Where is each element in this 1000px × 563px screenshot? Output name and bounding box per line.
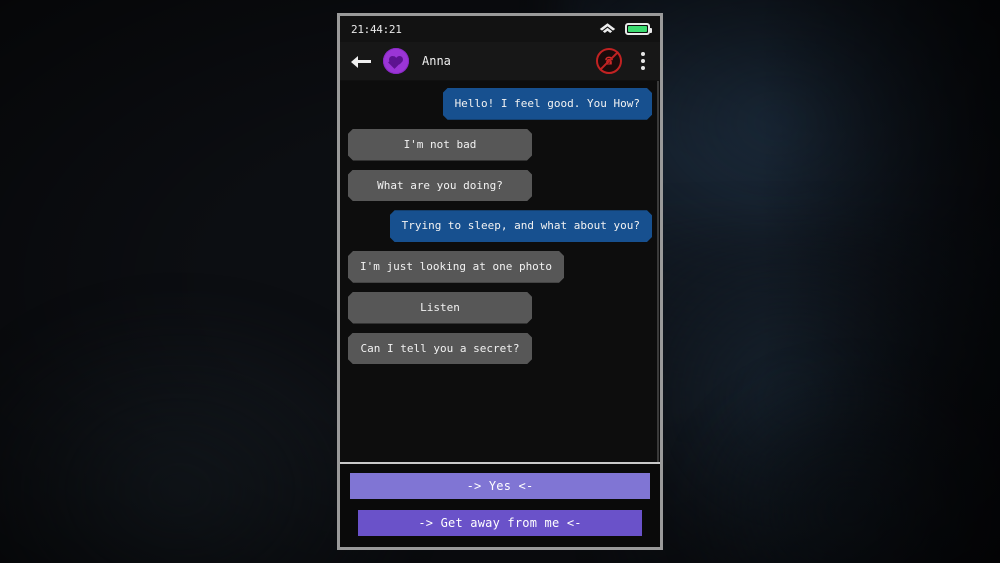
phone-frame: 21:44:21 Anna Hello! I feel good. You Ho… bbox=[337, 13, 663, 550]
status-clock: 21:44:21 bbox=[351, 22, 402, 36]
back-arrow-icon[interactable] bbox=[351, 54, 371, 68]
message-scroll-area: Hello! I feel good. You How? I'm not bad W… bbox=[348, 81, 652, 462]
message-row: Trying to sleep, and what about you? bbox=[348, 210, 652, 242]
message-bubble-outgoing: Hello! I feel good. You How? bbox=[443, 88, 652, 120]
kebab-menu-icon[interactable] bbox=[636, 52, 650, 70]
choice-button-2[interactable]: -> Get away from me <- bbox=[358, 510, 642, 536]
avatar[interactable] bbox=[383, 48, 409, 74]
message-row: Can I tell you a secret? bbox=[348, 333, 652, 365]
back-arrow-shaft bbox=[354, 60, 371, 63]
message-row: What are you doing? bbox=[348, 170, 652, 202]
battery-level bbox=[628, 26, 647, 32]
choice-panel: -> Yes <- -> Get away from me <- bbox=[340, 464, 660, 547]
choice-button-1[interactable]: -> Yes <- bbox=[350, 473, 650, 499]
wifi-icon bbox=[599, 20, 616, 39]
chat-scrollbar[interactable] bbox=[657, 81, 659, 462]
phone-screen: 21:44:21 Anna Hello! I feel good. You Ho… bbox=[340, 16, 660, 547]
message-row: I'm just looking at one photo bbox=[348, 251, 652, 283]
message-bubble-incoming: Can I tell you a secret? bbox=[348, 333, 532, 365]
message-bubble-incoming: I'm not bad bbox=[348, 129, 532, 161]
status-indicators bbox=[599, 20, 652, 39]
battery-icon bbox=[625, 23, 652, 35]
message-row: Hello! I feel good. You How? bbox=[348, 88, 652, 120]
message-bubble-incoming: What are you doing? bbox=[348, 170, 532, 202]
message-bubble-outgoing: Trying to sleep, and what about you? bbox=[390, 210, 652, 242]
message-bubble-incoming: Listen bbox=[348, 292, 532, 324]
message-bubble-incoming: I'm just looking at one photo bbox=[348, 251, 564, 283]
avatar-heart-icon bbox=[387, 54, 405, 69]
status-bar: 21:44:21 bbox=[340, 16, 660, 42]
message-list[interactable]: Hello! I feel good. You How? I'm not bad W… bbox=[340, 81, 660, 462]
chat-header: Anna ☎ bbox=[340, 42, 660, 81]
message-row: I'm not bad bbox=[348, 129, 652, 161]
contact-name: Anna bbox=[422, 54, 451, 68]
message-row: Listen bbox=[348, 292, 652, 324]
scene-root: 21:44:21 Anna Hello! I feel good. You Ho… bbox=[0, 0, 1000, 563]
call-blocked-icon[interactable]: ☎ bbox=[596, 48, 622, 74]
